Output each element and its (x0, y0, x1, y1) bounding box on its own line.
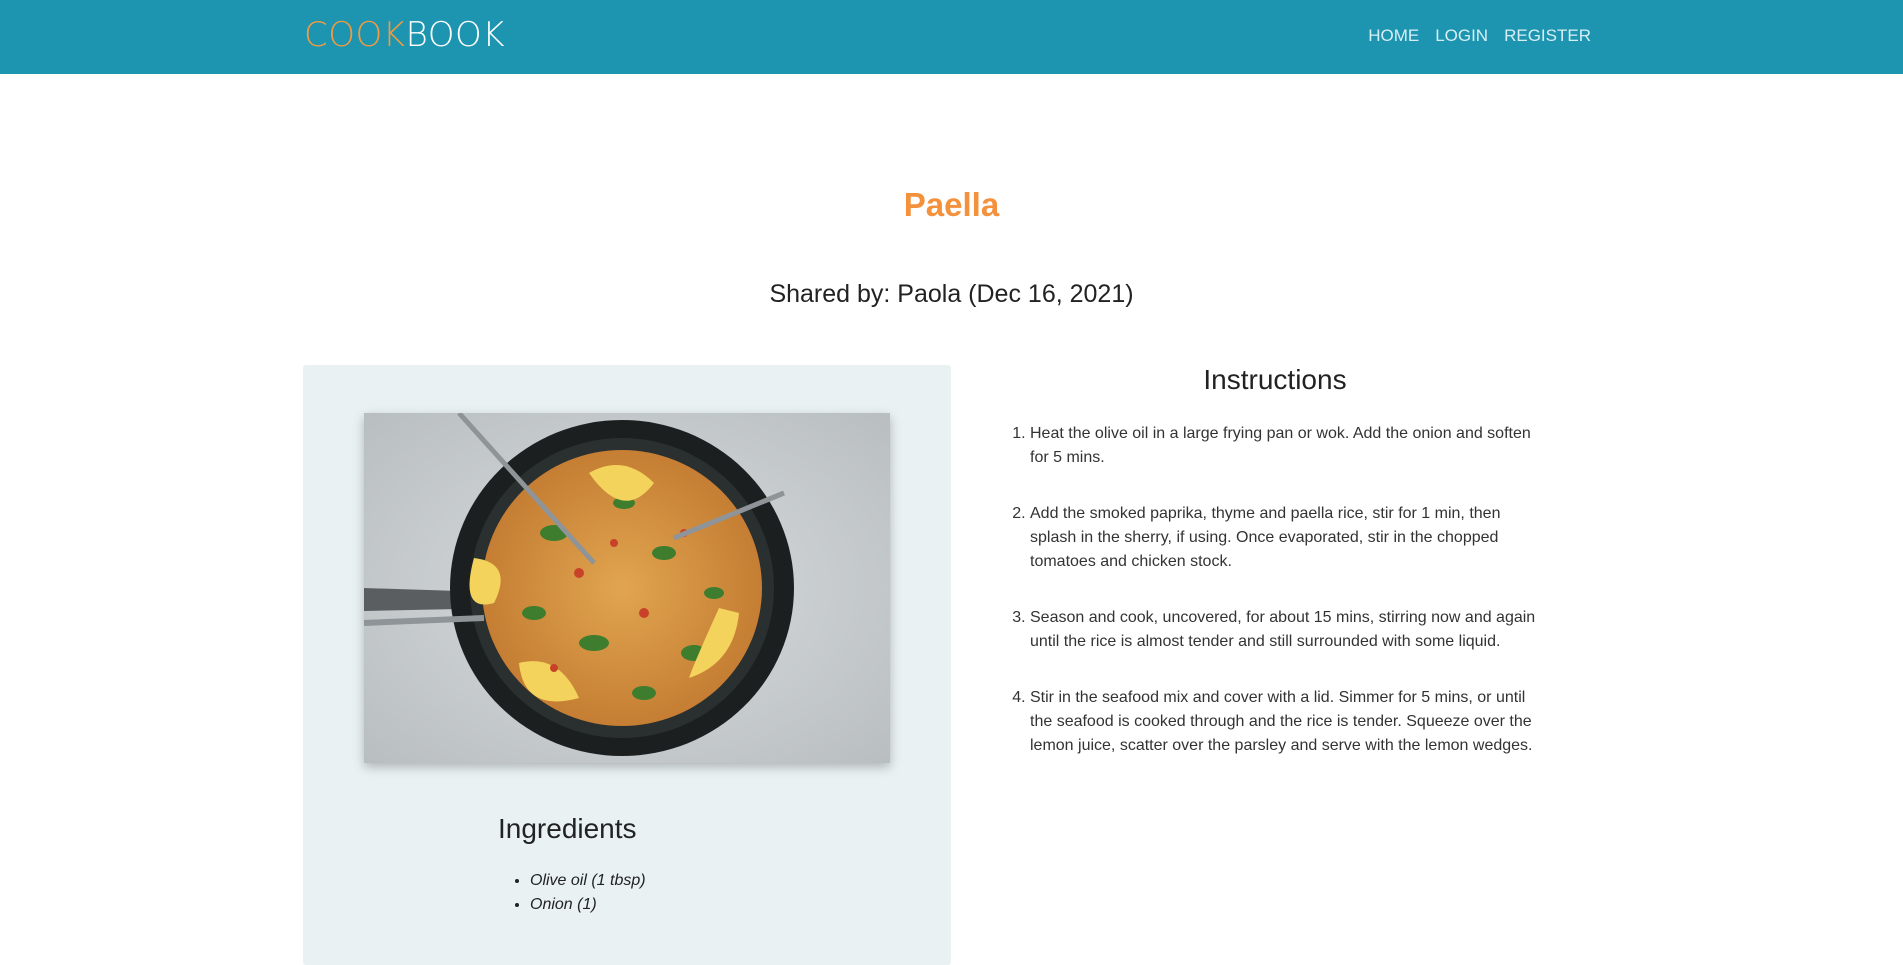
instruction-step: Heat the olive oil in a large frying pan… (1030, 422, 1540, 470)
brand-logo[interactable]: COOKBOOK (304, 14, 505, 56)
top-navbar: COOKBOOK HOME LOGIN REGISTER (0, 0, 1903, 74)
recipe-photo (364, 413, 890, 763)
brand-logo-book: BOOK (405, 15, 506, 55)
nav-home-link[interactable]: HOME (1368, 25, 1419, 47)
brand-logo-cook: COOK (304, 15, 406, 55)
instruction-step: Stir in the seafood mix and cover with a… (1030, 686, 1540, 758)
recipe-title: Paella (903, 186, 1000, 223)
nav-links: HOME LOGIN REGISTER (1368, 25, 1591, 47)
ingredients-list: Olive oil (1 tbsp) Onion (1) (530, 869, 646, 917)
nav-register-link[interactable]: REGISTER (1504, 25, 1591, 47)
instruction-step: Season and cook, uncovered, for about 15… (1030, 606, 1540, 654)
instructions-heading: Instructions (1203, 364, 1347, 395)
ingredient-item: Onion (1) (530, 893, 646, 917)
ingredient-item: Olive oil (1 tbsp) (530, 869, 646, 893)
nav-login-link[interactable]: LOGIN (1435, 25, 1488, 47)
ingredients-heading: Ingredients (498, 813, 637, 844)
instruction-step: Add the smoked paprika, thyme and paella… (1030, 502, 1540, 574)
shared-by-text: Shared by: Paola (Dec 16, 2021) (769, 280, 1134, 308)
instructions-list: Heat the olive oil in a large frying pan… (1030, 422, 1540, 790)
recipe-left-panel: Ingredients Olive oil (1 tbsp) Onion (1) (303, 365, 951, 965)
